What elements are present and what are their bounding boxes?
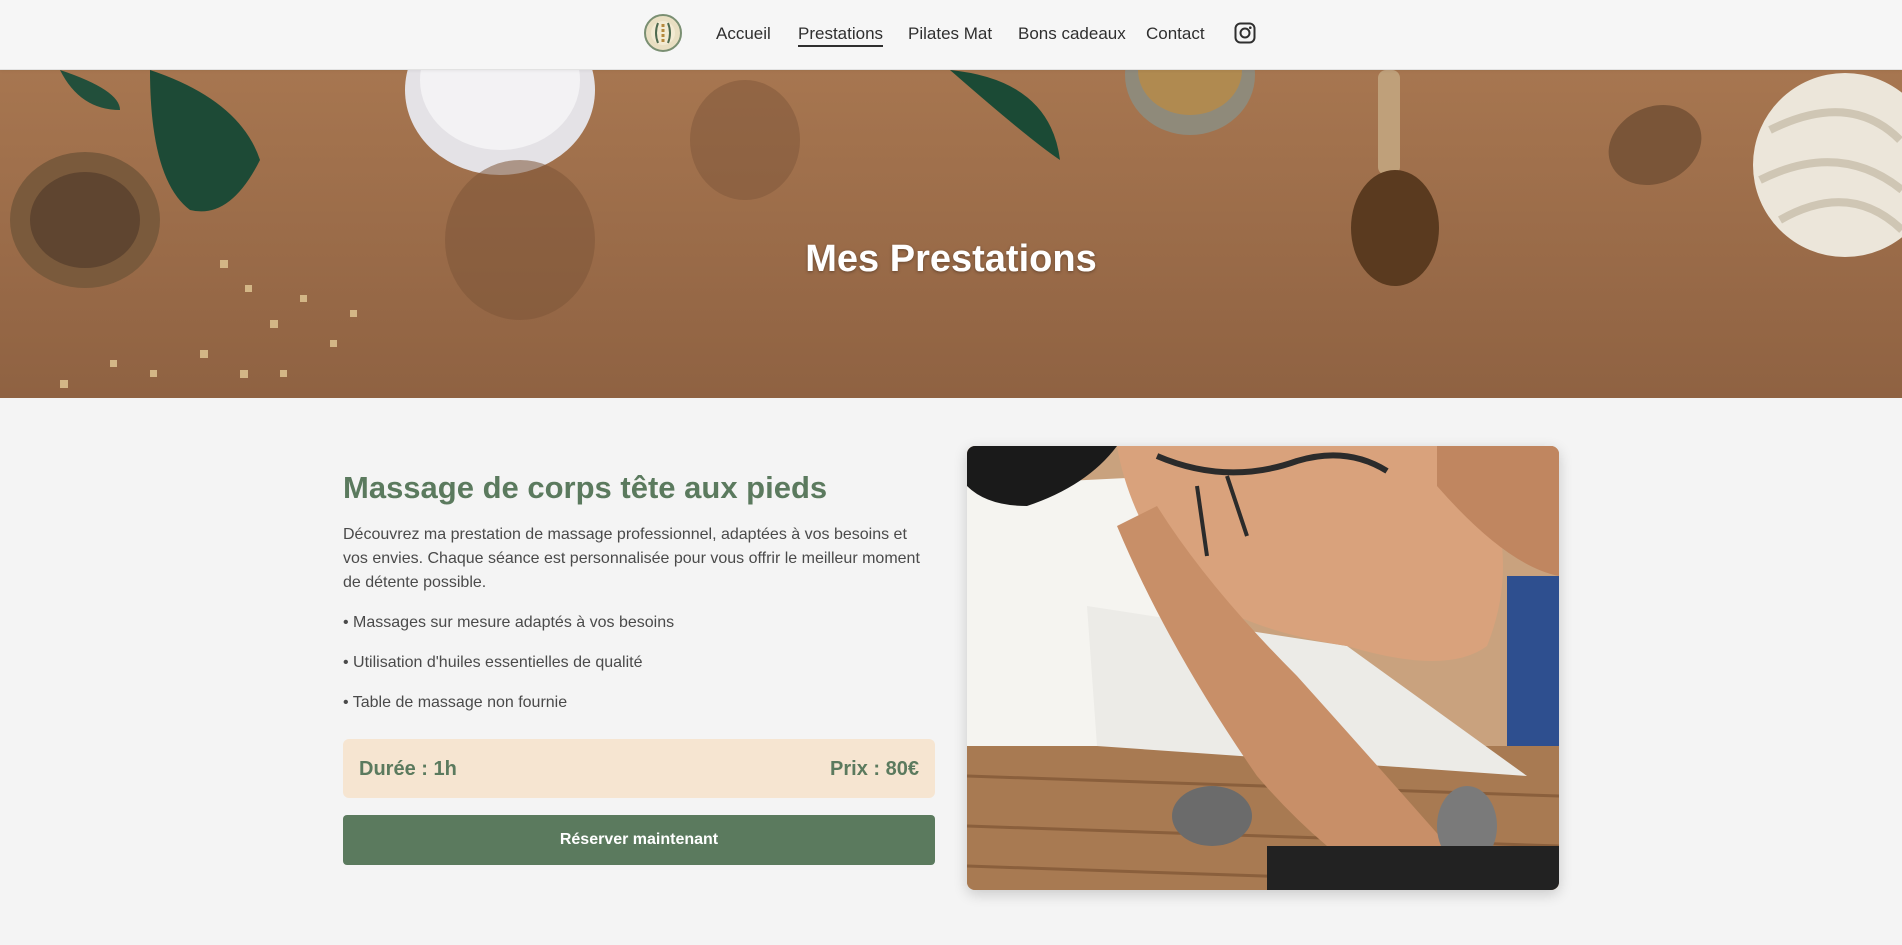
feature-item: • Massages sur mesure adaptés à vos beso… <box>343 614 675 631</box>
hero-banner: Mes Prestations <box>0 70 1902 398</box>
reserve-button[interactable]: Réserver maintenant <box>343 815 935 865</box>
price-label: Prix : 80€ <box>830 758 919 780</box>
feature-item: • Utilisation d'huiles essentielles de q… <box>343 654 643 671</box>
nav-accueil[interactable]: Accueil <box>716 24 771 44</box>
site-logo[interactable] <box>644 14 682 52</box>
spine-logo-icon <box>651 21 675 45</box>
price-box: Durée : 1h Prix : 80€ <box>343 739 935 798</box>
nav-bons-cadeaux[interactable]: Bons cadeaux <box>1018 24 1126 44</box>
instagram-icon[interactable] <box>1234 22 1256 44</box>
spa-products-flatlay-image <box>0 70 1902 398</box>
nav-prestations[interactable]: Prestations <box>798 24 884 47</box>
top-navigation: Accueil Prestations Pilates Mat Bons cad… <box>0 0 1902 70</box>
service-description: Découvrez ma prestation de massage profe… <box>343 526 920 591</box>
service-title: Massage de corps tête aux pieds <box>343 470 828 505</box>
page-title: Mes Prestations <box>805 238 1097 280</box>
duration-label: Durée : 1h <box>359 758 457 780</box>
nav-contact[interactable]: Contact <box>1146 24 1205 44</box>
back-massage-photo <box>967 446 1559 890</box>
nav-pilates-mat[interactable]: Pilates Mat <box>908 24 992 44</box>
feature-item: • Table de massage non fournie <box>343 694 568 711</box>
